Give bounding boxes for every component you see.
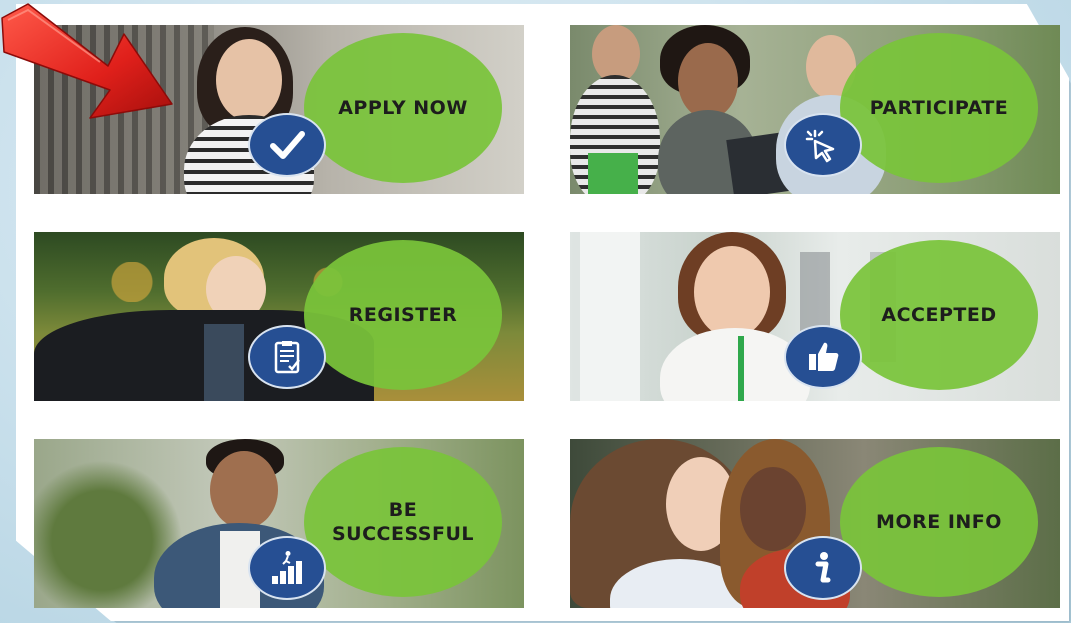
thumbs-up-icon [784,325,862,389]
card-label: PARTICIPATE [869,97,1009,119]
card-circle: REGISTER [304,240,502,390]
card-accepted[interactable]: ACCEPTED [570,232,1060,401]
card-label: BE SUCCESSFUL [331,499,474,545]
card-register[interactable]: REGISTER [34,232,524,401]
card-label: REGISTER [348,304,458,326]
card-label: APPLY NOW [338,97,468,119]
card-more-info[interactable]: MORE INFO [570,439,1060,608]
card-circle: PARTICIPATE [840,33,1038,183]
card-circle: ACCEPTED [840,240,1038,390]
card-label: MORE INFO [876,511,1002,533]
checkmark-icon [248,113,326,177]
red-arrow-icon [1,3,173,119]
cursor-click-icon [784,113,862,177]
card-circle: APPLY NOW [304,33,502,183]
card-participate[interactable]: PARTICIPATE [570,25,1060,194]
stairs-climb-icon [248,536,326,600]
card-label: ACCEPTED [881,304,997,326]
clipboard-check-icon [248,325,326,389]
card-be-successful[interactable]: BE SUCCESSFUL [34,439,524,608]
card-circle: MORE INFO [840,447,1038,597]
card-circle: BE SUCCESSFUL [304,447,502,597]
info-icon [784,536,862,600]
